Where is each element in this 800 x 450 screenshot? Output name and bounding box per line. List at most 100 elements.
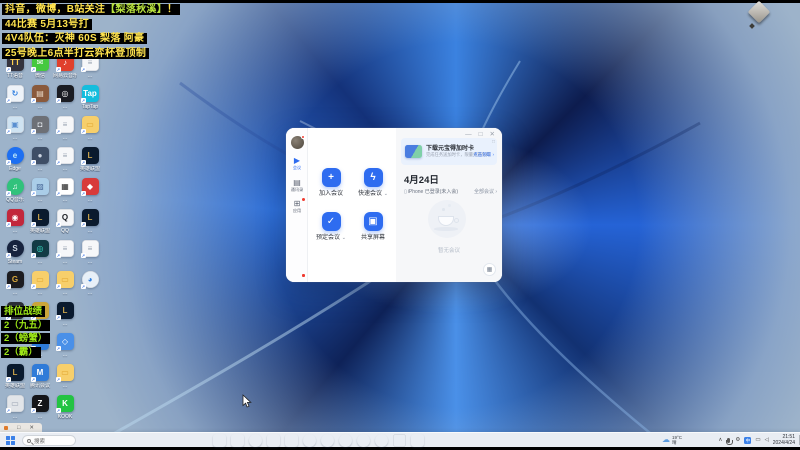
steam-dot bbox=[442, 208, 445, 211]
history-calendar-button[interactable]: ▦ bbox=[483, 263, 496, 276]
desktop-shortcut[interactable]: ▤ … bbox=[28, 85, 52, 110]
desktop-shortcut[interactable]: L 英雄联盟 bbox=[3, 364, 27, 389]
desktop-shortcut[interactable]: ▦ … bbox=[53, 178, 77, 203]
desktop-shortcut-icon: ≡ bbox=[80, 240, 99, 258]
avatar[interactable] bbox=[290, 135, 305, 149]
taskbar-app-icon[interactable] bbox=[393, 434, 406, 447]
start-button[interactable] bbox=[6, 436, 15, 445]
taskbar-app-icon[interactable] bbox=[339, 434, 352, 447]
desktop-shortcut[interactable]: ▭ … bbox=[53, 364, 77, 389]
desktop-shortcut[interactable]: ◉ … bbox=[3, 209, 27, 234]
desktop-shortcut[interactable]: L 英雄联盟 bbox=[28, 209, 52, 234]
desktop-shortcut-icon: ◎ bbox=[30, 240, 49, 258]
tray-chevron-up-icon[interactable]: ∧ bbox=[718, 437, 722, 444]
join-meeting-button[interactable]: + 加入会议 bbox=[313, 168, 349, 198]
desktop-shortcut[interactable]: ◆ … bbox=[78, 178, 102, 203]
microphone-icon[interactable] bbox=[725, 438, 733, 445]
desktop-shortcut[interactable]: ◎ … bbox=[53, 85, 77, 110]
promo-banner[interactable]: 下载元宝得加时卡 完成任务送加时卡，限量先到先得 点击领取 › □ bbox=[401, 138, 497, 165]
desktop-shortcut[interactable]: K KOOK bbox=[53, 395, 77, 420]
announcement-line: 25号晚上6点半打云弈杯登顶制 bbox=[2, 46, 180, 61]
notification-badge bbox=[300, 135, 305, 139]
desktop-shortcut[interactable]: ♫ QQ音乐 bbox=[3, 178, 27, 203]
desktop-shortcut[interactable]: ▭ … bbox=[28, 271, 52, 296]
desktop-shortcut-icon: ▤ bbox=[30, 85, 49, 103]
promo-claim-link[interactable]: 点击领取 › bbox=[473, 152, 494, 158]
taskbar-clock[interactable]: 21:51 2024/4/24 bbox=[773, 434, 795, 446]
desktop-shortcut[interactable]: ▣ … bbox=[3, 116, 27, 141]
desktop-shortcut[interactable]: ↻ … bbox=[3, 85, 27, 110]
taskbar-app-icon[interactable] bbox=[285, 434, 298, 447]
desktop-shortcut-label: QQ音乐 bbox=[6, 196, 24, 203]
share-screen-button[interactable]: ▣ 共享屏幕 bbox=[355, 212, 391, 242]
ranked-line: 2（霸） bbox=[1, 345, 50, 359]
taskbar-weather-widget[interactable]: ☁ 19°C 晴 bbox=[662, 435, 682, 445]
taskbar-app-icon[interactable] bbox=[231, 434, 244, 447]
desktop-shortcut[interactable]: ● … bbox=[28, 147, 52, 172]
desktop-shortcut[interactable]: ≡ … bbox=[78, 240, 102, 265]
ime-indicator[interactable]: 中 bbox=[744, 437, 752, 444]
maximize-button[interactable]: □ bbox=[479, 131, 483, 139]
desktop-shortcut[interactable]: ▭ … bbox=[78, 116, 102, 141]
chevron-down-icon[interactable]: ⌄ bbox=[384, 191, 388, 197]
window-controls: — □ ✕ bbox=[465, 131, 495, 139]
desktop-shortcut-icon: ▦ bbox=[55, 178, 74, 196]
ranked-line: 2（螃蟹） bbox=[1, 331, 51, 345]
minimize-button[interactable]: — bbox=[465, 131, 472, 139]
meeting-nav-item[interactable]: ▤ 通讯录 bbox=[286, 178, 308, 193]
meeting-nav-item[interactable]: ⊞ 应用 bbox=[286, 198, 308, 214]
desktop-shortcut[interactable]: Tap TapTap bbox=[78, 85, 102, 110]
desktop-shortcut-label: … bbox=[12, 227, 18, 234]
mouse-cursor bbox=[242, 394, 252, 408]
desktop-shortcut[interactable]: L … bbox=[53, 302, 77, 327]
taskbar-search[interactable]: 搜索 bbox=[22, 435, 76, 446]
desktop-shortcut-icon: L bbox=[30, 209, 49, 227]
desktop-shortcut[interactable]: G … bbox=[3, 271, 27, 296]
desktop-shortcut[interactable]: ▭ … bbox=[53, 271, 77, 296]
desktop-shortcut[interactable]: ≡ … bbox=[53, 240, 77, 265]
taskbar-app-icon[interactable] bbox=[267, 434, 280, 447]
desktop-shortcut[interactable]: S Steam bbox=[3, 240, 27, 265]
taskbar-app-icon[interactable] bbox=[357, 434, 370, 447]
desktop-shortcut[interactable]: L … bbox=[78, 209, 102, 234]
meeting-nav-item[interactable]: ▶ 会议 bbox=[286, 156, 308, 171]
taskbar-app-icon[interactable] bbox=[375, 434, 388, 447]
desktop-shortcut-icon: e bbox=[5, 147, 24, 165]
desktop-shortcut[interactable]: L 英雄联盟 bbox=[78, 147, 102, 172]
close-button[interactable]: ✕ bbox=[490, 131, 495, 139]
desktop-shortcut[interactable]: M 腾讯会议 bbox=[28, 364, 52, 389]
settings-gear-icon[interactable]: ⚙ bbox=[735, 437, 740, 444]
monitor-icon[interactable]: ▭ bbox=[755, 437, 760, 444]
desktop-shortcut[interactable]: ≡ … bbox=[53, 147, 77, 172]
desktop-shortcut[interactable]: ◎ … bbox=[28, 240, 52, 265]
desktop-shortcut[interactable]: Z … bbox=[28, 395, 52, 420]
maximize-button[interactable]: □ bbox=[17, 425, 20, 431]
desktop-shortcut[interactable]: Q QQ bbox=[53, 209, 77, 234]
desktop-shortcut[interactable]: ≡ … bbox=[53, 116, 77, 141]
background-window-titlebar[interactable]: □ ✕ bbox=[0, 423, 42, 432]
schedule-meeting-button[interactable]: ✓ 预定会议 ⌄ bbox=[313, 212, 349, 242]
taskbar-app-icon[interactable] bbox=[249, 434, 262, 447]
desktop-shortcut[interactable]: ◕ … bbox=[78, 271, 102, 296]
taskbar-app-icon[interactable] bbox=[213, 434, 226, 447]
promo-dismiss-icon[interactable]: □ bbox=[492, 139, 495, 145]
desktop-shortcut[interactable]: ◇ … bbox=[53, 333, 77, 358]
taskbar-app-icon[interactable] bbox=[303, 434, 316, 447]
desktop-shortcut[interactable]: ◘ … bbox=[28, 116, 52, 141]
screen-icon: ▣ bbox=[363, 212, 383, 231]
desktop-shortcut[interactable]: ▨ … bbox=[28, 178, 52, 203]
desktop-shortcut[interactable]: ▭ … bbox=[3, 395, 27, 420]
taskbar-app-icon[interactable] bbox=[321, 434, 334, 447]
phone-icon: ▯ bbox=[404, 189, 407, 195]
taskbar-app-icon[interactable] bbox=[411, 434, 424, 447]
desktop-shortcut-icon: ◘ bbox=[30, 116, 49, 134]
chevron-down-icon[interactable]: ⌄ bbox=[342, 235, 346, 241]
desktop-shortcut-icon: ▭ bbox=[30, 271, 49, 289]
desktop-shortcut-label: … bbox=[87, 227, 93, 234]
speaker-icon[interactable]: ◁ bbox=[765, 437, 769, 444]
desktop-shortcut[interactable]: e Edge bbox=[3, 147, 27, 172]
close-button[interactable]: ✕ bbox=[29, 425, 34, 431]
all-meetings-link[interactable]: 全部会议 › bbox=[474, 188, 497, 195]
desktop-shortcut-label: … bbox=[12, 103, 18, 110]
quick-meeting-button[interactable]: ϟ 快速会议 ⌄ bbox=[355, 168, 391, 198]
